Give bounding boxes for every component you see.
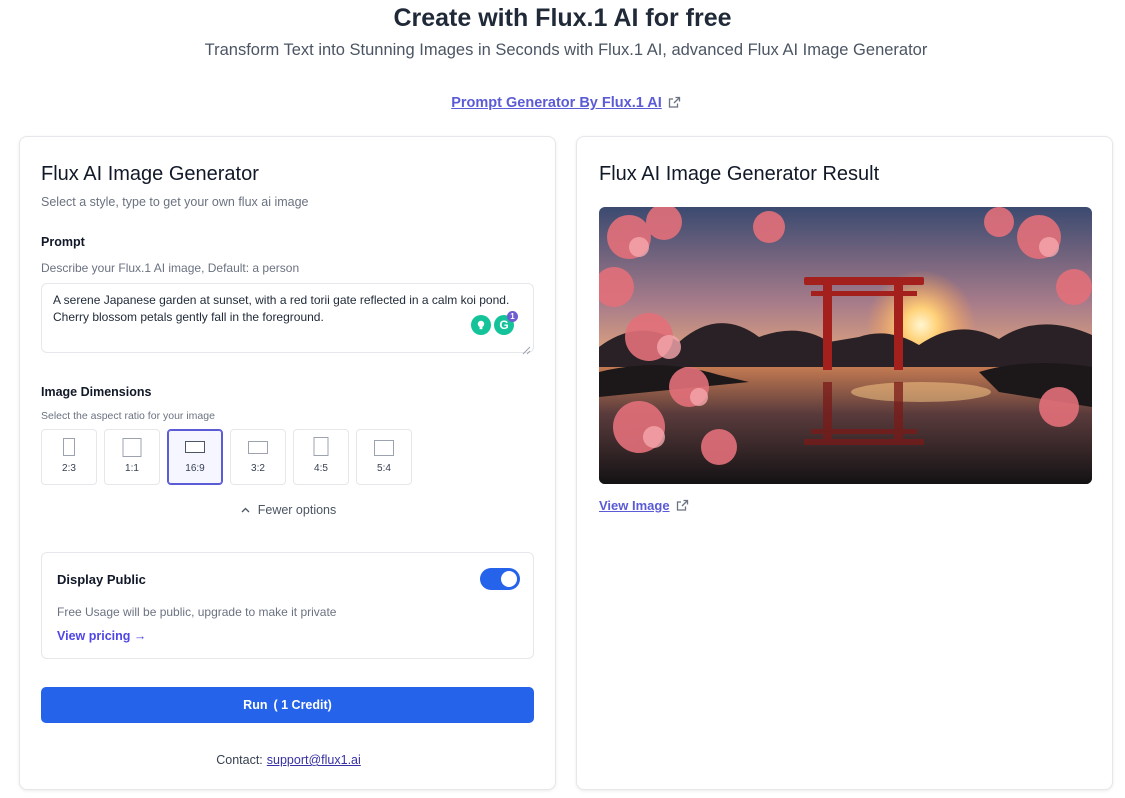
generator-card: Flux AI Image Generator Select a style, …	[19, 136, 556, 790]
prompt-label: Prompt	[41, 235, 85, 249]
portrait-shape-icon	[63, 438, 75, 456]
landscape-shape-icon	[374, 440, 394, 456]
run-credit: ( 1 Credit)	[273, 698, 332, 712]
ratio-option-2-3[interactable]: 2:3	[41, 429, 97, 485]
dimensions-hint: Select the aspect ratio for your image	[41, 410, 215, 422]
view-image-link[interactable]: View Image	[599, 498, 689, 515]
external-link-icon	[676, 499, 689, 515]
grammarly-widget[interactable]: G1	[471, 311, 518, 335]
page-title: Create with Flux.1 AI for free	[393, 4, 732, 32]
aspect-ratio-group: 2:3 1:1 16:9 3:2 4:5 5:4	[41, 429, 412, 485]
fewer-options-label: Fewer options	[257, 503, 337, 517]
ratio-option-1-1[interactable]: 1:1	[104, 429, 160, 485]
display-public-toggle[interactable]	[480, 568, 520, 590]
ratio-option-5-4[interactable]: 5:4	[356, 429, 412, 485]
display-public-title: Display Public	[57, 572, 146, 587]
lightbulb-icon[interactable]	[471, 315, 491, 335]
generator-description: Select a style, type to get your own flu…	[41, 195, 309, 209]
fewer-options-button[interactable]: Fewer options	[20, 502, 557, 517]
portrait-shape-icon	[313, 437, 329, 456]
ratio-label: 4:5	[314, 463, 328, 474]
support-email-link[interactable]: support@flux1.ai	[267, 753, 361, 767]
result-image[interactable]	[599, 207, 1092, 484]
ratio-option-16-9[interactable]: 16:9	[167, 429, 223, 485]
prompt-generator-link-wrap: Prompt Generator By Flux.1 AI	[0, 95, 1125, 113]
grammarly-icon[interactable]: G1	[494, 311, 518, 335]
display-public-panel: Display Public Free Usage will be public…	[41, 552, 534, 659]
view-image-label: View Image	[599, 498, 670, 513]
display-public-description: Free Usage will be public, upgrade to ma…	[57, 605, 337, 619]
chevron-up-icon	[241, 502, 250, 516]
resize-handle-icon[interactable]	[522, 342, 531, 360]
view-pricing-link[interactable]: View pricing →	[57, 629, 146, 643]
ratio-label: 16:9	[185, 463, 205, 474]
ratio-option-3-2[interactable]: 3:2	[230, 429, 286, 485]
ratio-label: 3:2	[251, 463, 265, 474]
page-subtitle: Transform Text into Stunning Images in S…	[204, 41, 928, 59]
result-card: Flux AI Image Generator Result View Imag…	[576, 136, 1113, 790]
contact-label: Contact:	[216, 753, 263, 767]
external-link-icon	[668, 96, 681, 113]
prompt-input[interactable]	[41, 283, 534, 353]
landscape-shape-icon	[185, 441, 205, 453]
generator-title: Flux AI Image Generator	[41, 163, 259, 185]
prompt-generator-link[interactable]: Prompt Generator By Flux.1 AI	[451, 95, 662, 111]
ratio-option-4-5[interactable]: 4:5	[293, 429, 349, 485]
dimensions-label: Image Dimensions	[41, 385, 152, 399]
toggle-knob	[501, 571, 517, 587]
run-button[interactable]: Run ( 1 Credit)	[41, 687, 534, 723]
result-title: Flux AI Image Generator Result	[599, 163, 880, 185]
prompt-hint: Describe your Flux.1 AI image, Default: …	[41, 261, 300, 275]
ratio-label: 1:1	[125, 463, 139, 474]
landscape-shape-icon	[248, 441, 268, 454]
ratio-label: 5:4	[377, 463, 391, 474]
square-shape-icon	[122, 438, 142, 457]
run-label: Run	[243, 698, 268, 712]
ratio-label: 2:3	[62, 463, 76, 474]
contact-line: Contact: support@flux1.ai	[20, 753, 557, 767]
grammarly-badge: 1	[507, 311, 518, 322]
